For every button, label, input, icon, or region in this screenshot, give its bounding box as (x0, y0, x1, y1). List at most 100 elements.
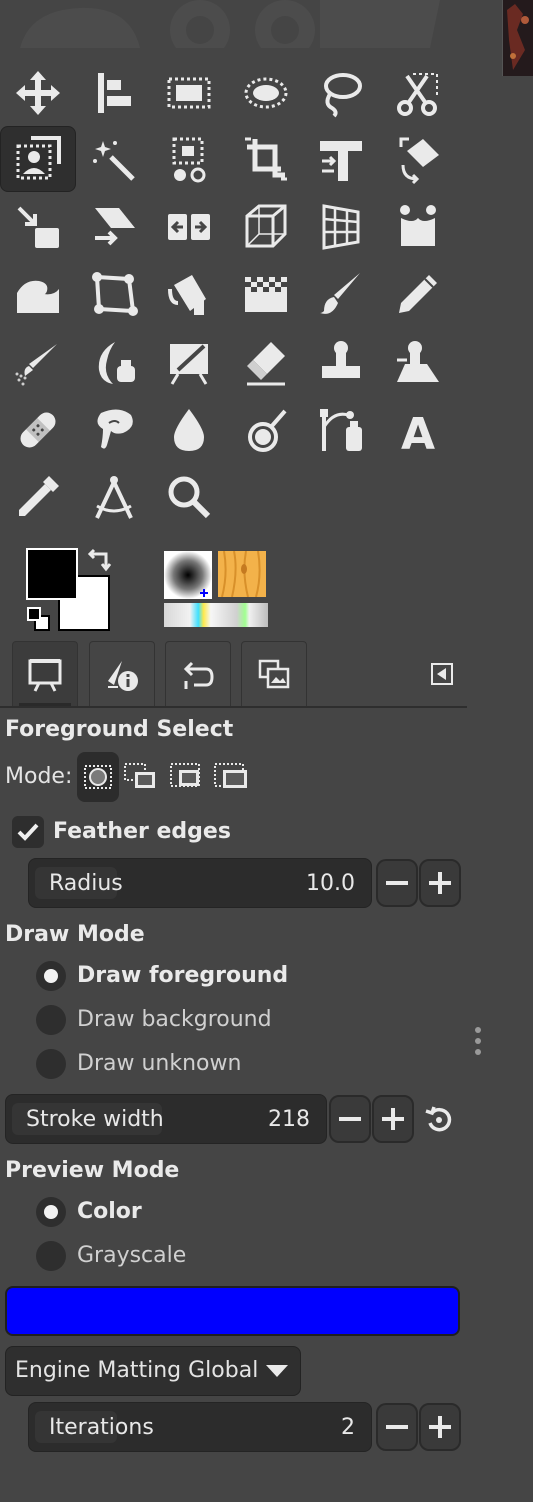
radius-value[interactable]: 10.0 (306, 871, 355, 896)
bucket-fill-icon[interactable] (158, 264, 220, 324)
move-icon[interactable] (7, 63, 69, 123)
rect-select-icon[interactable] (158, 63, 220, 123)
preview-color-label: Color (77, 1199, 142, 1224)
tab-tool-options[interactable] (12, 641, 78, 707)
perspective-clone-icon[interactable] (387, 333, 449, 393)
radius-increase-button[interactable] (419, 859, 461, 907)
tab-undo-history[interactable] (165, 641, 231, 707)
scale-icon[interactable] (7, 197, 69, 257)
default-colors-icon[interactable] (26, 606, 52, 636)
engine-value: Engine Matting Global (15, 1358, 259, 1383)
draw-unknown-label: Draw unknown (77, 1051, 242, 1076)
mode-subtract-button[interactable] (169, 760, 205, 796)
stroke-width-decrease-button[interactable] (329, 1095, 371, 1143)
shear-icon[interactable] (83, 197, 145, 257)
tab-divider (0, 706, 467, 708)
measure-icon[interactable] (83, 467, 145, 527)
mode-add-icon (124, 763, 155, 788)
pattern-preview[interactable] (218, 550, 266, 598)
feather-edges-checkbox[interactable] (12, 816, 44, 848)
images-icon (258, 659, 290, 688)
minus-icon (339, 1117, 361, 1121)
draw-foreground-radio[interactable] (36, 961, 66, 991)
text-icon[interactable]: A (387, 400, 449, 460)
cage-transform-icon[interactable] (83, 264, 145, 324)
foreground-color-swatch-top[interactable] (26, 548, 78, 600)
flip-icon[interactable] (158, 197, 220, 257)
preview-grayscale-radio[interactable] (36, 1241, 66, 1271)
clone-icon[interactable] (310, 333, 372, 393)
iterations-increase-button[interactable] (419, 1403, 461, 1451)
stroke-width-label: Stroke width (26, 1107, 164, 1132)
preview-grayscale-label: Grayscale (77, 1243, 187, 1268)
engine-combobox[interactable]: Engine Matting Global (5, 1346, 301, 1396)
smudge-icon[interactable] (83, 400, 145, 460)
airbrush-icon[interactable] (7, 333, 69, 393)
toolbox-watermark (20, 0, 440, 48)
foreground-select-icon[interactable] (0, 126, 76, 192)
3d-transform-icon[interactable] (310, 197, 372, 257)
minus-icon (386, 881, 408, 885)
perspective-icon[interactable] (235, 197, 297, 257)
iterations-value[interactable]: 2 (341, 1415, 355, 1440)
panel-resize-handle-icon[interactable] (474, 1026, 482, 1056)
draw-foreground-label: Draw foreground (77, 963, 289, 988)
image-thumbnail[interactable] (502, 0, 533, 76)
tab-device-status[interactable] (89, 641, 155, 707)
warp-transform-icon[interactable] (7, 264, 69, 324)
plus-icon (382, 1108, 404, 1130)
radius-label: Radius (49, 871, 123, 896)
tab-images[interactable] (241, 641, 307, 707)
select-by-color-icon[interactable] (158, 130, 220, 190)
mode-intersect-button[interactable] (213, 760, 249, 796)
fuzzy-select-icon[interactable] (83, 130, 145, 190)
blur-sharpen-icon[interactable] (158, 400, 220, 460)
checkmark-icon (17, 823, 39, 841)
zoom-icon[interactable] (158, 467, 220, 527)
mode-replace-button[interactable] (77, 752, 119, 802)
reset-stroke-width-icon[interactable] (422, 1103, 456, 1141)
gradient-preview[interactable] (164, 603, 268, 627)
ink-icon[interactable] (83, 333, 145, 393)
unified-transform-icon[interactable] (310, 130, 372, 190)
eraser-icon[interactable] (235, 333, 297, 393)
iterations-decrease-button[interactable] (376, 1403, 418, 1451)
swap-colors-icon[interactable] (86, 548, 112, 578)
paintbrush-icon[interactable] (310, 264, 372, 324)
draw-background-label: Draw background (77, 1007, 272, 1032)
preview-mode-heading: Preview Mode (5, 1158, 180, 1183)
mypaint-brush-icon[interactable] (158, 333, 220, 393)
scissors-select-icon[interactable] (387, 63, 449, 123)
draw-background-radio[interactable] (36, 1005, 66, 1035)
text-tool-glyph: A (401, 409, 435, 455)
panel-menu-icon[interactable] (431, 663, 453, 685)
draw-unknown-radio[interactable] (36, 1049, 66, 1079)
iterations-spinscale[interactable]: Iterations 2 (28, 1402, 372, 1452)
ellipse-select-icon[interactable] (235, 63, 297, 123)
iterations-label: Iterations (49, 1415, 154, 1440)
plus-icon (429, 872, 451, 894)
heal-icon[interactable] (7, 400, 69, 460)
radius-spinscale[interactable]: Radius 10.0 (28, 858, 372, 908)
mode-subtract-icon (170, 763, 200, 787)
brush-preview[interactable] (164, 551, 212, 599)
preview-color-button[interactable] (5, 1286, 460, 1336)
free-select-icon[interactable] (310, 63, 372, 123)
draw-mode-heading: Draw Mode (5, 922, 145, 947)
gradient-icon[interactable] (235, 264, 297, 324)
color-picker-icon[interactable] (7, 467, 69, 527)
stroke-width-spinscale[interactable]: Stroke width 218 (5, 1094, 327, 1144)
stroke-width-increase-button[interactable] (372, 1095, 414, 1143)
stroke-width-value[interactable]: 218 (268, 1107, 310, 1132)
align-icon[interactable] (83, 63, 145, 123)
crop-icon[interactable] (235, 130, 297, 190)
dodge-burn-icon[interactable] (235, 400, 297, 460)
mode-add-button[interactable] (123, 760, 159, 796)
pencil-icon[interactable] (387, 264, 449, 324)
preview-color-radio[interactable] (36, 1197, 66, 1227)
paths-icon[interactable] (310, 400, 372, 460)
radius-decrease-button[interactable] (376, 859, 418, 907)
handle-transform-icon[interactable] (387, 197, 449, 257)
device-status-icon (108, 660, 138, 691)
rotate-icon[interactable] (387, 130, 449, 190)
